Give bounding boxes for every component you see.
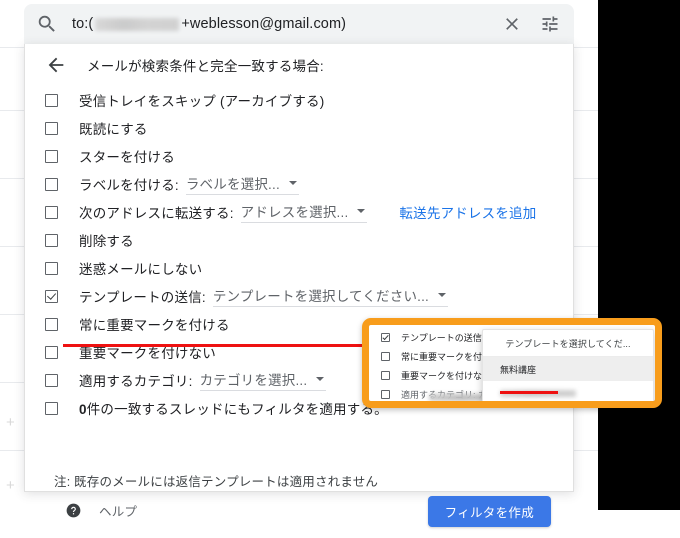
chevron-down-icon (438, 293, 446, 297)
option-row-never-spam[interactable]: 迷惑メールにしない (25, 254, 573, 282)
dropdown-item-label: 無料講座 (500, 364, 537, 375)
category-select[interactable]: カテゴリを選択... (199, 369, 327, 391)
annotation-underline-template-row (63, 344, 389, 347)
checkbox-forward[interactable] (45, 205, 58, 219)
add-forwarding-address-link[interactable]: 転送先アドレスを追加 (399, 202, 536, 222)
back-arrow-icon[interactable] (45, 54, 67, 76)
option-label: 受信トレイをスキップ (アーカイブする) (79, 94, 325, 109)
template-dropdown-menu[interactable]: テンプレートを選択してくだ... 無料講座 (482, 329, 654, 401)
matching-thread-count: 0 (79, 402, 87, 417)
checkbox-never-important[interactable] (45, 345, 58, 359)
search-input[interactable]: to:( +weblesson@gmail.com) (72, 16, 492, 32)
forward-address-select[interactable]: アドレスを選択... (240, 201, 368, 223)
search-icon (38, 15, 55, 32)
option-label: 常に重要マークを付ける (79, 318, 230, 333)
filter-actions-panel: メールが検索条件と完全一致する場合: 受信トレイをスキップ (アーカイブする) … (24, 44, 574, 527)
option-label: ラベルを付ける: (79, 178, 179, 193)
checkbox-apply-to-matching[interactable] (45, 401, 58, 415)
label-select-value: ラベルを選択... (185, 177, 280, 192)
option-row-forward[interactable]: 次のアドレスに転送する: アドレスを選択... 転送先アドレスを追加 (25, 198, 573, 226)
callout-checkbox-categorize[interactable] (381, 390, 390, 399)
chevron-down-icon (357, 209, 366, 213)
checkbox-skip-inbox[interactable] (45, 93, 58, 107)
chevron-down-icon (316, 377, 325, 381)
option-row-delete[interactable]: 削除する (25, 226, 573, 254)
callout-row-label: テンプレートの送信: (401, 333, 485, 343)
option-label: 削除する (79, 234, 134, 249)
forward-address-value: アドレスを選択... (240, 205, 349, 220)
option-label: 迷惑メールにしない (79, 262, 203, 277)
search-bar[interactable]: to:( +weblesson@gmail.com) (24, 4, 574, 44)
option-row-apply-label[interactable]: ラベルを付ける: ラベルを選択... (25, 170, 573, 198)
checkbox-apply-label[interactable] (45, 177, 58, 191)
checkbox-mark-read[interactable] (45, 121, 58, 135)
checkbox-always-important[interactable] (45, 317, 58, 331)
screenshot-black-band (598, 0, 680, 510)
option-row-send-template[interactable]: テンプレートの送信: テンプレートを選択してください... (25, 282, 573, 310)
option-label: 次のアドレスに転送する: (79, 206, 234, 221)
backdrop-plus-icon: + (6, 477, 15, 494)
option-row-star[interactable]: スターを付ける (25, 142, 573, 170)
template-select-value: テンプレートを選択してください... (212, 289, 429, 304)
option-row-mark-read[interactable]: 既読にする (25, 114, 573, 142)
callout-checkbox-never-important[interactable] (381, 371, 390, 380)
search-value-suffix: +weblesson@gmail.com) (181, 16, 347, 32)
option-label: 0件の一致するスレッドにもフィルタを適用する。 (79, 398, 388, 418)
dropdown-item-selected[interactable]: 無料講座 (483, 357, 653, 381)
option-label: 既読にする (79, 122, 148, 137)
help-link[interactable]: ヘルプ (66, 501, 137, 520)
checkbox-send-template[interactable] (45, 289, 58, 303)
callout-row-label: 常に重要マークを付け (401, 352, 492, 362)
panel-title: メールが検索条件と完全一致する場合: (87, 59, 324, 74)
label-select[interactable]: ラベルを選択... (185, 173, 299, 195)
help-label: ヘルプ (99, 505, 138, 519)
annotation-underline-dropdown-item (500, 391, 558, 394)
callout-row-label: 重要マークを付けない (401, 371, 492, 381)
checkbox-categorize[interactable] (45, 373, 58, 387)
option-label: スターを付ける (79, 150, 175, 165)
panel-footer: ヘルプ フィルタを作成 (25, 494, 573, 538)
option-label: 適用するカテゴリ: (79, 374, 193, 389)
checkbox-delete[interactable] (45, 233, 58, 247)
callout-checkbox-always-important[interactable] (381, 352, 390, 361)
dropdown-header: テンプレートを選択してくだ... (483, 330, 653, 357)
create-filter-button[interactable]: フィルタを作成 (427, 496, 551, 527)
annotation-callout-box: テンプレートの送信: 常に重要マークを付け 重要マークを付けない 適用するカテゴ… (362, 318, 662, 408)
chevron-down-icon (288, 181, 297, 185)
tune-icon[interactable] (540, 14, 560, 34)
template-select[interactable]: テンプレートを選択してください... (212, 285, 448, 307)
checkbox-never-spam[interactable] (45, 261, 58, 275)
option-label: テンプレートの送信: (79, 290, 206, 305)
backdrop-plus-icon: + (6, 414, 15, 431)
callout-checkbox-send-template[interactable] (381, 333, 390, 342)
panel-header: メールが検索条件と完全一致する場合: (25, 44, 573, 86)
close-icon[interactable] (502, 14, 522, 34)
option-row-skip-inbox[interactable]: 受信トレイをスキップ (アーカイブする) (25, 86, 573, 114)
redacted-email-local-part (95, 17, 180, 31)
help-icon (66, 503, 81, 518)
category-select-value: カテゴリを選択... (199, 373, 308, 388)
search-value-prefix: to:( (72, 16, 94, 32)
option-label-rest: 件の一致するスレッドにもフィルタを適用する。 (86, 402, 388, 417)
checkbox-star[interactable] (45, 149, 58, 163)
panel-note: 注: 既存のメールには返信テンプレートは適用されません (54, 475, 379, 489)
